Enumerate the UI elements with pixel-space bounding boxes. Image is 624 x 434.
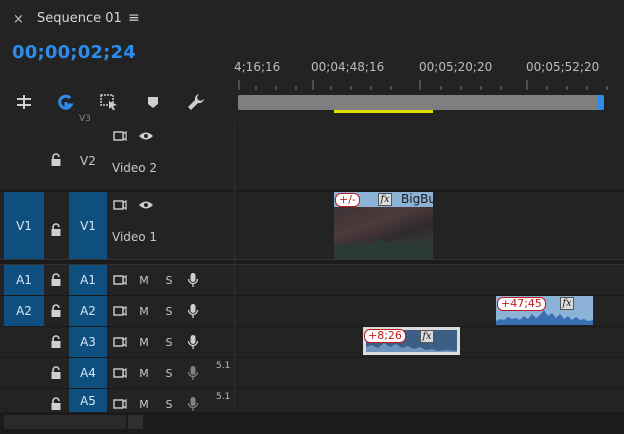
solo-button[interactable]: S bbox=[162, 334, 176, 350]
lock-icon[interactable] bbox=[47, 365, 65, 381]
microphone-icon[interactable] bbox=[186, 302, 200, 320]
microphone-icon[interactable] bbox=[186, 364, 200, 382]
toggle-sync-lock-icon[interactable] bbox=[112, 335, 128, 349]
microphone-icon[interactable] bbox=[186, 271, 200, 289]
track-target-v1[interactable]: V1 bbox=[69, 192, 107, 259]
snap-icon[interactable] bbox=[13, 92, 35, 112]
track-name-video-1: Video 1 bbox=[112, 230, 158, 244]
ruler-label: 00;05;20;20 bbox=[419, 60, 493, 74]
wrench-icon[interactable] bbox=[185, 92, 207, 112]
toggle-sync-lock-icon[interactable] bbox=[112, 273, 128, 287]
playhead-timecode[interactable]: 00;00;02;24 bbox=[12, 42, 136, 63]
track-target-a2[interactable]: A2 bbox=[69, 296, 107, 326]
solo-button[interactable]: S bbox=[162, 272, 176, 288]
solo-button[interactable]: S bbox=[162, 396, 176, 412]
solo-button[interactable]: S bbox=[162, 303, 176, 319]
fx-badge[interactable]: fx bbox=[560, 297, 574, 310]
lock-icon[interactable] bbox=[47, 152, 65, 168]
channel-badge: 5.1 bbox=[216, 392, 231, 402]
microphone-icon[interactable] bbox=[186, 333, 200, 351]
track-target-v2[interactable]: V2 bbox=[80, 154, 96, 168]
marker-icon[interactable] bbox=[142, 92, 164, 112]
track-label-v3: V3 bbox=[79, 114, 91, 122]
toggle-sync-lock-icon[interactable] bbox=[112, 304, 128, 318]
eye-icon[interactable] bbox=[137, 129, 155, 143]
close-tab-icon[interactable]: × bbox=[13, 12, 24, 27]
channel-badge: 5.1 bbox=[216, 361, 231, 371]
time-ruler-ticks[interactable] bbox=[236, 78, 624, 90]
track-target-a1[interactable]: A1 bbox=[69, 265, 107, 295]
sequence-tab-title[interactable]: Sequence 01 bbox=[37, 11, 122, 26]
linked-selection-icon[interactable] bbox=[55, 92, 77, 112]
toggle-sync-lock-icon[interactable] bbox=[112, 129, 128, 143]
toggle-sync-lock-icon[interactable] bbox=[112, 397, 128, 411]
scrollbar-thumb[interactable] bbox=[4, 415, 126, 429]
work-area-bar[interactable] bbox=[334, 110, 433, 113]
mute-button[interactable]: M bbox=[137, 396, 151, 412]
mute-button[interactable]: M bbox=[137, 334, 151, 350]
source-patch-v1[interactable]: V1 bbox=[4, 192, 44, 259]
clip-offset-label: +8;26 bbox=[364, 329, 406, 343]
lock-icon[interactable] bbox=[47, 334, 65, 350]
zoom-scroll-bar[interactable] bbox=[238, 95, 602, 110]
eye-icon[interactable] bbox=[137, 198, 155, 212]
zoom-handle[interactable] bbox=[597, 95, 604, 110]
ruler-label: 00;04;48;16 bbox=[311, 60, 385, 74]
mute-button[interactable]: M bbox=[137, 303, 151, 319]
toggle-sync-lock-icon[interactable] bbox=[112, 366, 128, 380]
fx-badge[interactable]: fx bbox=[378, 193, 392, 206]
ruler-label: 00;05;52;20 bbox=[526, 60, 600, 74]
track-target-a4[interactable]: A4 bbox=[69, 358, 107, 388]
track-name-video-2: Video 2 bbox=[112, 161, 158, 175]
lock-icon[interactable] bbox=[47, 272, 65, 288]
solo-button[interactable]: S bbox=[162, 365, 176, 381]
lock-icon[interactable] bbox=[47, 396, 65, 412]
clip-offset-label: +47;45 bbox=[497, 297, 546, 311]
panel-menu-icon[interactable]: ≡ bbox=[128, 10, 140, 26]
add-marker-panel-icon[interactable] bbox=[98, 92, 120, 112]
lock-icon[interactable] bbox=[47, 303, 65, 319]
track-target-a5[interactable]: A5 bbox=[69, 389, 107, 412]
fx-badge[interactable]: fx bbox=[420, 330, 434, 343]
microphone-icon[interactable] bbox=[186, 395, 200, 413]
header-column-divider bbox=[234, 122, 235, 412]
lock-icon[interactable] bbox=[47, 222, 65, 238]
scrollbar-thumb-edge[interactable] bbox=[128, 415, 143, 429]
mute-button[interactable]: M bbox=[137, 272, 151, 288]
source-patch-a2[interactable]: A2 bbox=[4, 296, 44, 326]
track-target-a3[interactable]: A3 bbox=[69, 327, 107, 357]
ruler-label: 4;16;16 bbox=[234, 60, 281, 74]
mute-button[interactable]: M bbox=[137, 365, 151, 381]
source-patch-a1[interactable]: A1 bbox=[4, 265, 44, 295]
clip-name: BigBu bbox=[401, 192, 437, 206]
clip-offset-label: +/- bbox=[335, 193, 360, 207]
toggle-sync-lock-icon[interactable] bbox=[112, 198, 128, 212]
